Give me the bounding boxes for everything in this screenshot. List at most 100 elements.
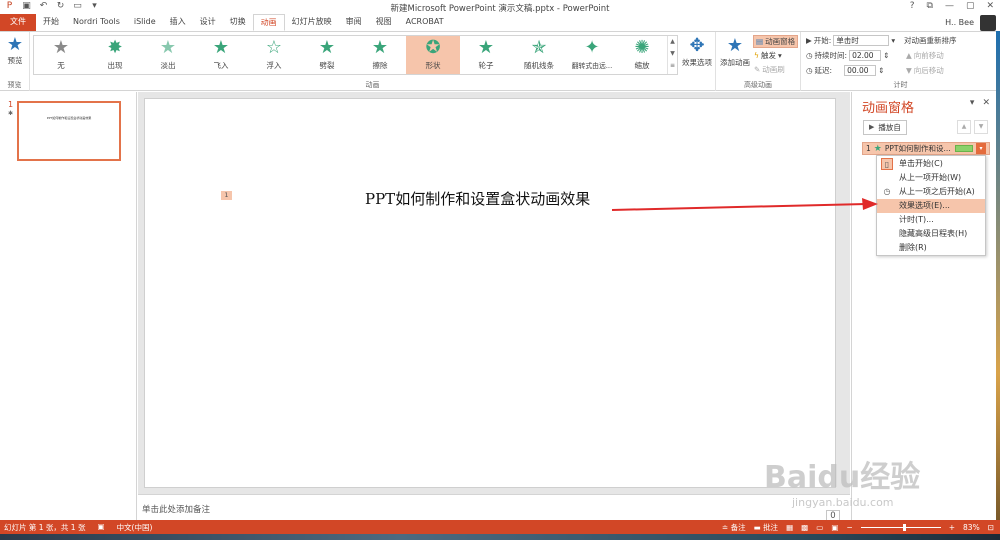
animation-pane-button[interactable]: ▤ 动画窗格 xyxy=(753,35,799,48)
menu-start-on-click[interactable]: ▯ 单击开始(C) xyxy=(877,157,985,171)
move-later-button[interactable]: ▼ 向后移动 xyxy=(906,65,944,76)
tab-islide[interactable]: iSlide xyxy=(127,14,163,31)
user-area[interactable]: H.. Bee xyxy=(945,14,996,31)
sorter-view-icon[interactable]: ▩ xyxy=(801,523,808,532)
menu-timing[interactable]: 计时(T)... xyxy=(877,213,985,227)
anim-none[interactable]: ★ 无 xyxy=(34,36,88,74)
start-select[interactable]: 单击时 xyxy=(833,35,890,46)
spinner-icon[interactable]: ⇕ xyxy=(878,66,884,75)
zoom-in-icon[interactable]: + xyxy=(949,523,955,532)
normal-view-icon[interactable]: ▦ xyxy=(786,523,793,532)
move-earlier-button[interactable]: ▲ 向前移动 xyxy=(906,50,944,61)
chevron-down-icon[interactable]: ▾ xyxy=(970,98,975,108)
animation-list-item[interactable]: 1 ★ PPT如何制作和设... ▾ xyxy=(862,142,990,155)
group-label-animation: 动画 xyxy=(365,81,380,89)
tab-acrobat[interactable]: ACROBAT xyxy=(399,14,451,31)
anim-shape[interactable]: ✪ 形状 xyxy=(406,36,460,74)
tab-transitions[interactable]: 切换 xyxy=(223,14,253,31)
effect-options-button[interactable]: ✥ 效果选项 xyxy=(680,35,714,68)
triangle-down-icon[interactable]: ▼ xyxy=(974,120,988,134)
tab-animations[interactable]: 动画 xyxy=(252,14,285,31)
anim-zoom[interactable]: ✺ 缩放 xyxy=(618,36,666,74)
anim-fade[interactable]: ★ 淡出 xyxy=(141,36,195,74)
slide-canvas[interactable]: 1 PPT如何制作和设置盒状动画效果 xyxy=(144,98,836,488)
notes-toggle[interactable]: ≐ 备注 xyxy=(722,522,746,533)
triangle-down-icon: ▼ xyxy=(906,66,912,75)
star-icon: ★ xyxy=(873,143,882,154)
menu-effect-options[interactable]: 效果选项(E)... xyxy=(877,199,985,213)
ribbon-display-icon[interactable]: ⧉ xyxy=(927,1,933,11)
zoom-slider-knob[interactable] xyxy=(903,524,907,531)
triangle-up-icon: ▲ xyxy=(906,51,912,60)
menu-label: 从上一项开始(W) xyxy=(899,173,962,182)
tab-insert[interactable]: 插入 xyxy=(163,14,193,31)
preview-button[interactable]: ★ 预览 xyxy=(4,35,26,66)
mouse-icon: ▯ xyxy=(881,158,893,170)
anim-fly-in[interactable]: ★ 飞入 xyxy=(194,36,248,74)
minimize-icon[interactable]: — xyxy=(945,1,954,11)
tab-view[interactable]: 视图 xyxy=(369,14,399,31)
animation-pane-icon: ▤ xyxy=(756,37,764,46)
zoom-level[interactable]: 83% xyxy=(963,523,980,532)
zoom-out-icon[interactable]: − xyxy=(846,523,852,532)
close-icon[interactable]: ✕ xyxy=(986,1,994,11)
delay-label: 延迟: xyxy=(814,66,833,75)
anim-split[interactable]: ★ 劈裂 xyxy=(300,36,354,74)
comments-toggle[interactable]: ▬ 批注 xyxy=(754,522,778,533)
user-name[interactable]: H.. Bee xyxy=(945,18,974,27)
anim-label: 淡出 xyxy=(160,61,176,70)
window-controls: ? ⧉ — ▢ ✕ xyxy=(910,1,994,11)
menu-start-after-previous[interactable]: ◷ 从上一项之后开始(A) xyxy=(877,185,985,199)
duration-input[interactable]: 02.00 xyxy=(849,50,882,61)
triangle-up-icon[interactable]: ▲ xyxy=(957,120,971,134)
anim-grow-turn[interactable]: ✦ 翻转式由远... xyxy=(565,36,619,74)
play-from-button[interactable]: ▶ 播放自 xyxy=(863,120,907,135)
anim-appear[interactable]: ✸ 出现 xyxy=(88,36,142,74)
notes-placeholder[interactable]: 单击此处添加备注 xyxy=(142,503,210,515)
menu-start-with-previous[interactable]: 从上一项开始(W) xyxy=(877,171,985,185)
chevron-down-icon[interactable]: ▾ xyxy=(976,143,986,154)
fit-slide-icon[interactable]: ⊡ xyxy=(988,523,994,532)
anim-label: 劈裂 xyxy=(319,61,335,70)
animation-painter-button[interactable]: ✎ 动画刷 xyxy=(754,64,785,75)
anim-wipe[interactable]: ★ 擦除 xyxy=(353,36,407,74)
close-icon[interactable]: ✕ xyxy=(982,98,990,108)
avatar[interactable] xyxy=(980,14,996,31)
powerpoint-window: P ▣ ↶ ↻ ▭ ▾ 新建Microsoft PowerPoint 演示文稿.… xyxy=(0,0,1000,540)
maximize-icon[interactable]: ▢ xyxy=(966,1,975,11)
anim-float-in[interactable]: ☆ 浮入 xyxy=(247,36,301,74)
tab-nordri-tools[interactable]: Nordri Tools xyxy=(66,14,127,31)
anim-label: 随机线条 xyxy=(524,61,554,70)
trigger-button[interactable]: ϟ 触发 ▾ xyxy=(754,50,782,61)
anim-wheel[interactable]: ★ 轮子 xyxy=(459,36,513,74)
start-label: 开始: xyxy=(813,36,832,45)
gallery-scroll[interactable]: ▲ ▼ ≡ xyxy=(667,36,677,74)
tab-design[interactable]: 设计 xyxy=(193,14,223,31)
item-index: 1 xyxy=(866,144,871,153)
spinner-icon[interactable]: ⇕ xyxy=(883,51,889,60)
notes-pane[interactable]: 单击此处添加备注 ⇥ 0 xyxy=(138,494,850,522)
delay-input[interactable]: 00.00 xyxy=(844,65,877,76)
anim-random-bars[interactable]: ✯ 随机线条 xyxy=(512,36,566,74)
tab-file[interactable]: 文件 xyxy=(0,14,36,31)
menu-remove[interactable]: 删除(R) xyxy=(877,241,985,255)
add-animation-button[interactable]: ★ 添加动画 xyxy=(718,35,752,68)
menu-hide-timeline[interactable]: 隐藏高级日程表(H) xyxy=(877,227,985,241)
tab-slideshow[interactable]: 幻灯片放映 xyxy=(285,14,339,31)
help-icon[interactable]: ? xyxy=(910,1,915,11)
language-indicator[interactable]: 中文(中国) xyxy=(117,522,153,533)
tab-review[interactable]: 审阅 xyxy=(339,14,369,31)
star-icon: ★ xyxy=(159,37,177,58)
slide-thumbnail[interactable]: PPT如何制作和设置盒状动画效果 xyxy=(17,101,121,161)
animation-order-tag[interactable]: 1 xyxy=(221,191,232,200)
chevron-down-icon[interactable]: ▾ xyxy=(891,36,895,45)
zoom-slider[interactable] xyxy=(860,524,941,531)
slideshow-view-icon[interactable]: ▣ xyxy=(831,523,838,532)
spellcheck-icon[interactable]: ▣ xyxy=(97,522,104,533)
star-icon: ★ xyxy=(477,37,495,58)
star-lines-icon: ✯ xyxy=(531,37,547,58)
tab-home[interactable]: 开始 xyxy=(36,14,66,31)
anim-label: 出现 xyxy=(107,61,123,70)
slide-title-text[interactable]: PPT如何制作和设置盒状动画效果 xyxy=(365,188,590,209)
reading-view-icon[interactable]: ▭ xyxy=(816,523,823,532)
